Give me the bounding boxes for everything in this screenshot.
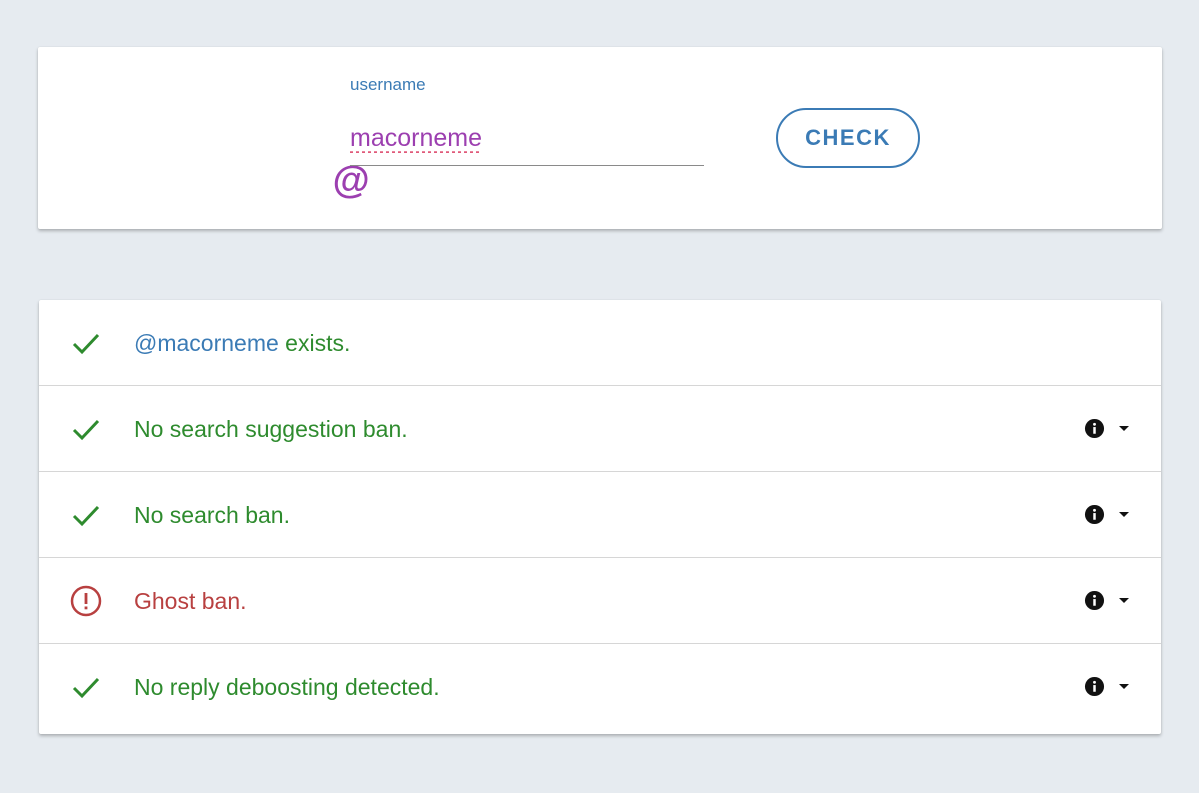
username-handle: @macorneme: [134, 330, 279, 356]
caret-down-icon[interactable]: [1118, 683, 1130, 691]
result-text: No search ban.: [134, 502, 290, 528]
check-button[interactable]: CHECK: [776, 108, 920, 168]
details-toggle[interactable]: [1084, 590, 1134, 612]
info-icon[interactable]: [1084, 590, 1105, 611]
alert-circle-icon: [70, 585, 102, 617]
username-input[interactable]: [350, 111, 704, 166]
result-row-search-ban: No search ban.: [39, 472, 1161, 558]
check-icon: [72, 505, 100, 527]
results-card: @macorneme exists. No search suggestion …: [39, 300, 1161, 734]
check-icon: [72, 333, 100, 355]
details-toggle[interactable]: [1084, 676, 1134, 698]
result-row-search-suggestion-ban: No search suggestion ban.: [39, 386, 1161, 472]
caret-down-icon[interactable]: [1118, 597, 1130, 605]
caret-down-icon[interactable]: [1118, 511, 1130, 519]
check-icon: [72, 677, 100, 699]
info-icon[interactable]: [1084, 504, 1105, 525]
check-icon: [72, 419, 100, 441]
result-text: No search suggestion ban.: [134, 416, 408, 442]
info-icon[interactable]: [1084, 676, 1105, 697]
details-toggle[interactable]: [1084, 504, 1134, 526]
result-row-exists: @macorneme exists.: [39, 300, 1161, 386]
result-text: No reply deboosting detected.: [134, 674, 440, 700]
result-row-reply-deboosting: No reply deboosting detected.: [39, 644, 1161, 730]
result-text: Ghost ban.: [134, 588, 247, 614]
caret-down-icon[interactable]: [1118, 425, 1130, 433]
result-suffix: exists.: [278, 330, 351, 356]
info-icon[interactable]: [1084, 418, 1105, 439]
result-text: @macorneme exists.: [134, 300, 350, 386]
details-toggle[interactable]: [1084, 418, 1134, 440]
search-card: @ username CHECK: [38, 47, 1162, 229]
result-row-ghost-ban: Ghost ban.: [39, 558, 1161, 644]
username-label: username: [350, 75, 426, 94]
